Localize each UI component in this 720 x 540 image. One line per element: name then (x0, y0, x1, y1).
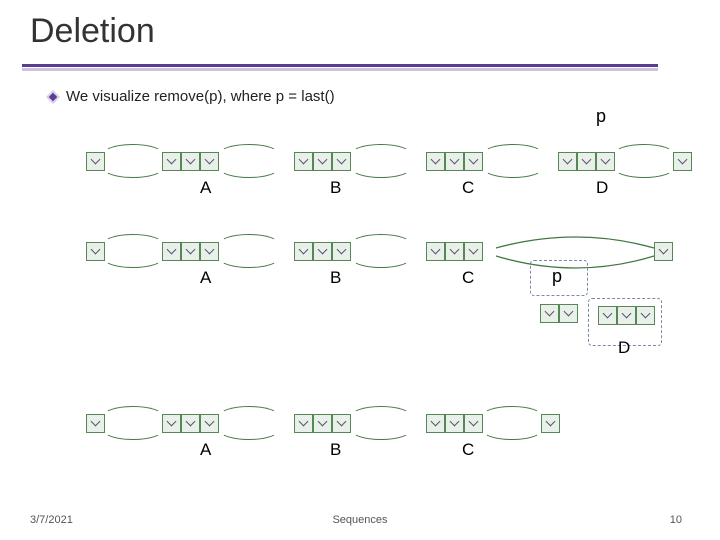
diamond-bullet-icon (48, 92, 58, 102)
row3-label-C: C (462, 440, 474, 460)
row1-label-A: A (200, 178, 211, 198)
p-label-row2: p (552, 266, 562, 287)
row3-label-B: B (330, 440, 341, 460)
title-underline (22, 64, 658, 72)
footer-page: 10 (670, 514, 682, 526)
p-label-row1: p (596, 106, 606, 127)
footer-center: Sequences (0, 514, 720, 526)
row1-label-B: B (330, 178, 341, 198)
row1-label-D: D (596, 178, 608, 198)
bullet-text: We visualize remove(p), where p = last() (48, 88, 335, 105)
page-title: Deletion (0, 0, 720, 51)
row2-floating-D: D (618, 338, 630, 358)
row3-label-A: A (200, 440, 211, 460)
row1-label-C: C (462, 178, 474, 198)
